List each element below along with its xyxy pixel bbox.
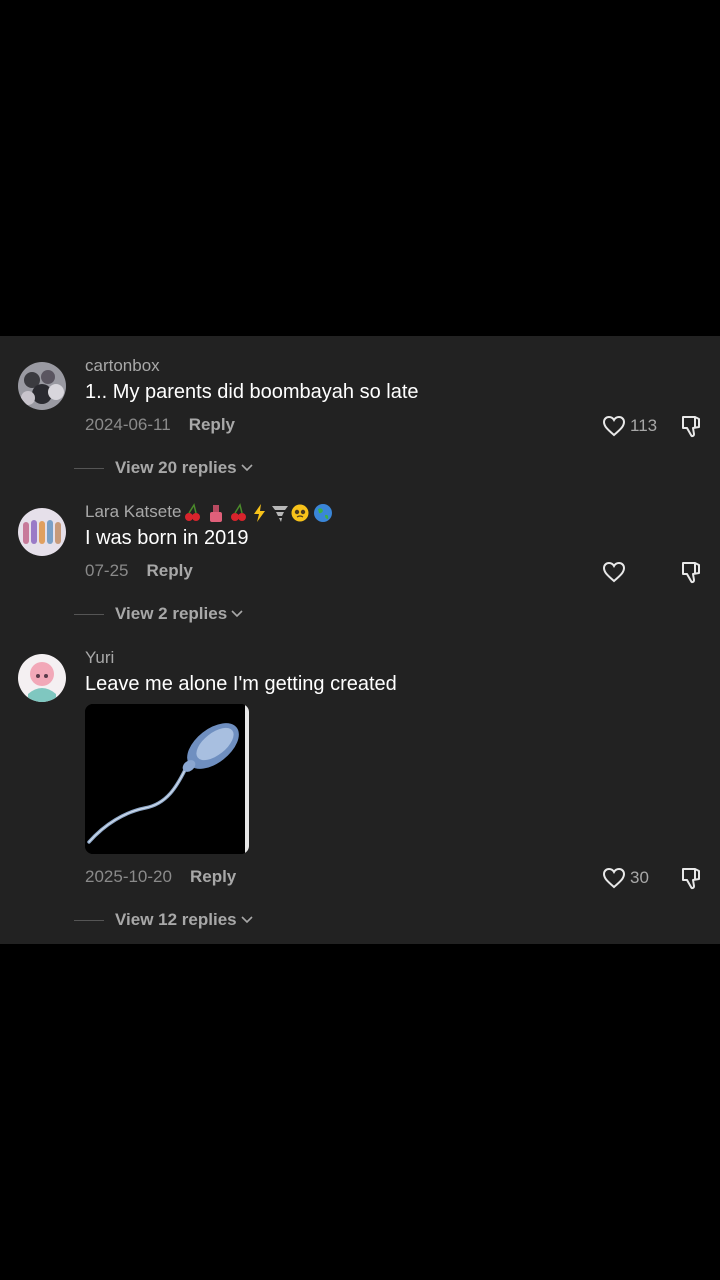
avatar[interactable] xyxy=(18,508,66,556)
avatar[interactable] xyxy=(18,362,66,410)
like-count: 30 xyxy=(630,868,649,887)
tornado-icon xyxy=(272,505,289,522)
pleading-face-icon xyxy=(291,504,309,522)
avatar[interactable] xyxy=(18,654,66,702)
dislike-button[interactable] xyxy=(679,559,705,585)
thumbs-down-icon xyxy=(682,868,700,890)
view-replies-label: View 12 replies xyxy=(115,910,237,929)
username-emojis xyxy=(185,502,333,522)
sperm-cell-image[interactable] xyxy=(85,704,249,854)
comment-date: 07-25 xyxy=(85,561,129,580)
view-replies-button[interactable]: View 12 replies xyxy=(74,908,253,932)
view-replies-label: View 2 replies xyxy=(115,604,228,623)
reply-button[interactable]: Reply xyxy=(189,415,235,434)
chevron-down-icon xyxy=(241,464,253,472)
comment-text: I was born in 2019 xyxy=(85,527,249,549)
nail-polish-icon xyxy=(210,504,223,522)
reply-button[interactable]: Reply xyxy=(190,867,236,886)
heart-icon xyxy=(602,561,626,583)
heart-icon xyxy=(602,867,626,889)
comments-panel: cartonbox 1.. My parents did boombayah s… xyxy=(0,336,720,944)
thumbs-down-icon xyxy=(682,416,700,438)
reply-button[interactable]: Reply xyxy=(146,561,192,580)
divider xyxy=(74,919,104,921)
dislike-button[interactable] xyxy=(679,865,705,891)
comment-username[interactable]: Lara Katsete xyxy=(85,502,337,523)
chevron-down-icon xyxy=(231,610,243,618)
view-replies-button[interactable]: View 2 replies xyxy=(74,602,243,626)
comment-date: 2024-06-11 xyxy=(85,415,171,434)
heart-icon xyxy=(602,415,626,437)
comment-username[interactable]: Yuri xyxy=(85,648,114,668)
dislike-button[interactable] xyxy=(679,413,705,439)
lightning-icon xyxy=(254,503,266,522)
comment-text: 1.. My parents did boombayah so late xyxy=(85,381,419,403)
divider xyxy=(74,467,104,469)
comment-text: Leave me alone I'm getting created xyxy=(85,673,397,695)
comment-meta: 2025-10-20 Reply xyxy=(85,867,236,887)
view-replies-button[interactable]: View 20 replies xyxy=(74,456,253,480)
comment-date: 2025-10-20 xyxy=(85,867,172,886)
comment-meta: 2024-06-11 Reply xyxy=(85,415,235,435)
like-button[interactable]: 113 xyxy=(602,414,657,438)
view-replies-label: View 20 replies xyxy=(115,458,237,477)
like-count: 113 xyxy=(630,416,658,435)
username-text: Lara Katsete xyxy=(85,502,182,521)
cherries-icon xyxy=(185,502,201,521)
earth-globe-icon xyxy=(314,503,333,522)
cherries-icon xyxy=(231,502,247,521)
comment-meta: 07-25 Reply xyxy=(85,561,193,581)
divider xyxy=(74,613,104,615)
like-button[interactable]: 30 xyxy=(602,866,649,890)
comment-username[interactable]: cartonbox xyxy=(85,356,160,376)
like-button[interactable] xyxy=(602,560,630,584)
thumbs-down-icon xyxy=(682,562,700,584)
chevron-down-icon xyxy=(241,916,253,924)
